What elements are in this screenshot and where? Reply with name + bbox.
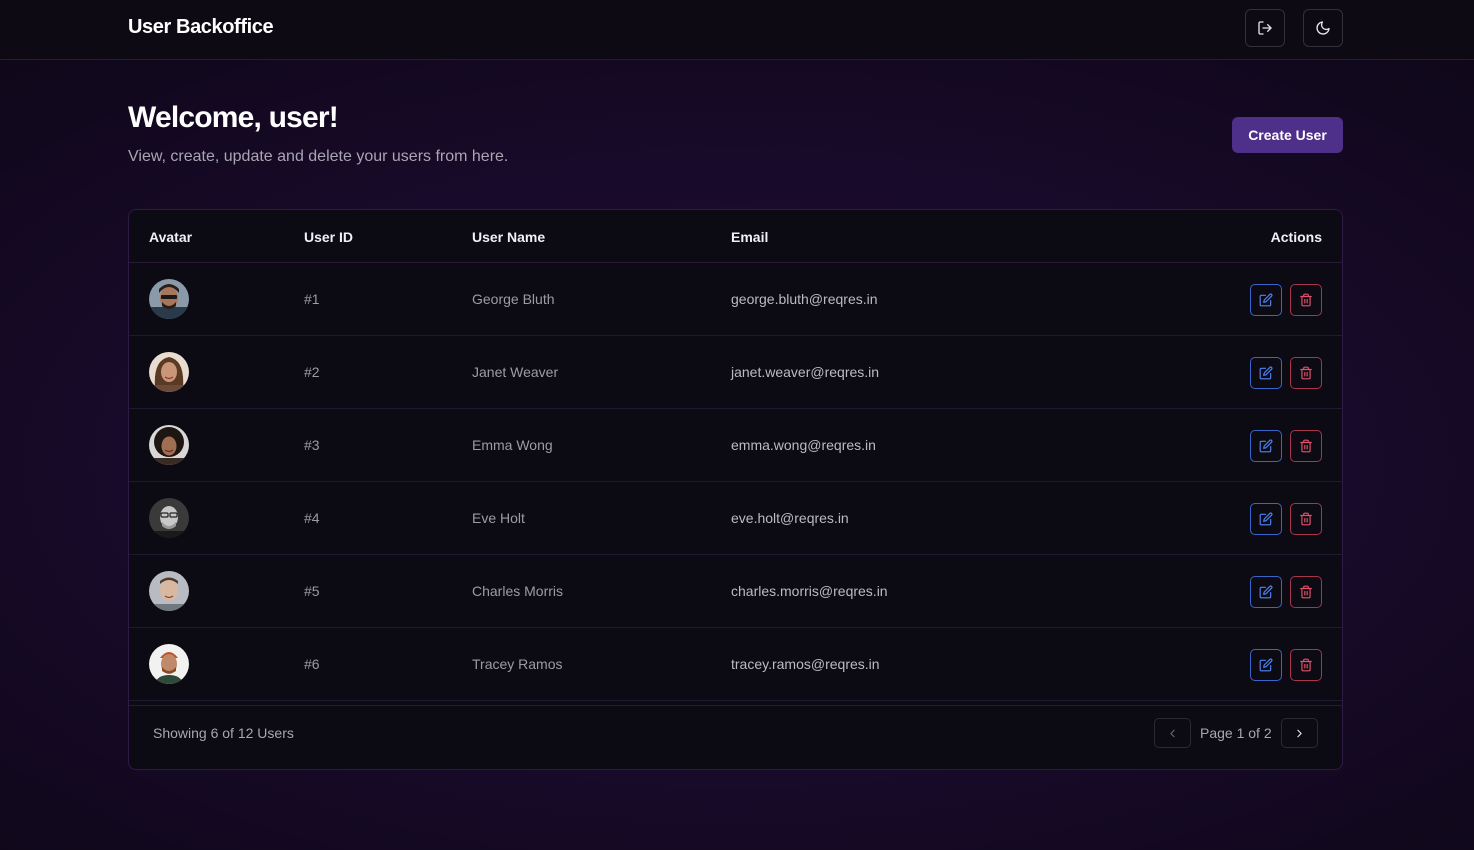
user-id-cell: #3 [304, 437, 320, 453]
logout-button[interactable] [1245, 9, 1285, 47]
delete-user-button[interactable] [1290, 576, 1322, 608]
user-id-cell: #5 [304, 583, 320, 599]
email-cell: eve.holt@reqres.in [731, 510, 849, 526]
edit-user-button[interactable] [1250, 284, 1282, 316]
delete-user-button[interactable] [1290, 430, 1322, 462]
table-header: Avatar User ID User Name Email Actions [129, 210, 1342, 263]
column-header-actions: Actions [1270, 229, 1322, 245]
edit-icon [1259, 585, 1273, 599]
logout-icon [1258, 21, 1272, 35]
avatar [149, 644, 189, 684]
edit-user-button[interactable] [1250, 430, 1282, 462]
user-id-cell: #4 [304, 510, 320, 526]
table-row: #2 Janet Weaver janet.weaver@reqres.in [129, 336, 1342, 409]
user-name-cell: Tracey Ramos [472, 656, 563, 672]
edit-icon [1259, 658, 1273, 672]
table-row: #4 Eve Holt eve.holt@reqres.in [129, 482, 1342, 555]
user-name-cell: George Bluth [472, 291, 555, 307]
page-subtitle: View, create, update and delete your use… [128, 148, 509, 165]
user-name-cell: Charles Morris [472, 583, 564, 599]
table-footer: Showing 6 of 12 Users Page 1 of 2 [129, 705, 1342, 769]
top-bar: User Backoffice [0, 0, 1474, 60]
trash-icon [1300, 585, 1312, 599]
user-id-cell: #6 [304, 656, 320, 672]
user-name-cell: Eve Holt [472, 510, 525, 526]
app-title: User Backoffice [128, 16, 274, 38]
column-header-email: Email [731, 229, 769, 245]
column-header-avatar: Avatar [149, 229, 193, 245]
avatar [149, 279, 189, 319]
edit-icon [1259, 366, 1273, 380]
avatar [149, 571, 189, 611]
column-header-user-id: User ID [304, 229, 354, 245]
create-user-button[interactable]: Create User [1232, 117, 1343, 153]
delete-user-button[interactable] [1290, 503, 1322, 535]
email-cell: emma.wong@reqres.in [731, 437, 876, 453]
user-name-cell: Janet Weaver [472, 364, 559, 380]
edit-user-button[interactable] [1250, 649, 1282, 681]
email-cell: tracey.ramos@reqres.in [731, 656, 880, 672]
trash-icon [1300, 366, 1312, 380]
avatar [149, 498, 189, 538]
page-indicator: Page 1 of 2 [1200, 725, 1272, 741]
users-table-card: Avatar User ID User Name Email Actions #… [128, 209, 1343, 770]
email-cell: janet.weaver@reqres.in [731, 364, 880, 380]
avatar [149, 425, 189, 465]
moon-icon [1316, 21, 1330, 35]
chevron-left-icon [1170, 729, 1175, 737]
trash-icon [1300, 658, 1312, 672]
delete-user-button[interactable] [1290, 284, 1322, 316]
edit-user-button[interactable] [1250, 503, 1282, 535]
trash-icon [1300, 512, 1312, 526]
email-cell: charles.morris@reqres.in [731, 583, 888, 599]
previous-page-button[interactable] [1154, 718, 1191, 748]
table-row: #6 Tracey Ramos tracey.ramos@reqres.in [129, 628, 1342, 701]
next-page-button[interactable] [1281, 718, 1318, 748]
user-id-cell: #2 [304, 364, 320, 380]
trash-icon [1300, 439, 1312, 453]
table-row: #1 George Bluth george.bluth@reqres.in [129, 263, 1342, 336]
edit-icon [1259, 512, 1273, 526]
avatar [149, 352, 189, 392]
table-row: #5 Charles Morris charles.morris@reqres.… [129, 555, 1342, 628]
edit-user-button[interactable] [1250, 357, 1282, 389]
email-cell: george.bluth@reqres.in [731, 291, 878, 307]
chevron-right-icon [1297, 729, 1302, 737]
theme-toggle-button[interactable] [1303, 9, 1343, 47]
trash-icon [1300, 293, 1312, 307]
table-row: #3 Emma Wong emma.wong@reqres.in [129, 409, 1342, 482]
column-header-user-name: User Name [472, 229, 546, 245]
edit-user-button[interactable] [1250, 576, 1282, 608]
delete-user-button[interactable] [1290, 649, 1322, 681]
user-id-cell: #1 [304, 291, 320, 307]
delete-user-button[interactable] [1290, 357, 1322, 389]
edit-icon [1259, 439, 1273, 453]
results-count: Showing 6 of 12 Users [153, 725, 294, 741]
edit-icon [1259, 293, 1273, 307]
user-name-cell: Emma Wong [472, 437, 553, 453]
page-title: Welcome, user! [128, 101, 339, 134]
